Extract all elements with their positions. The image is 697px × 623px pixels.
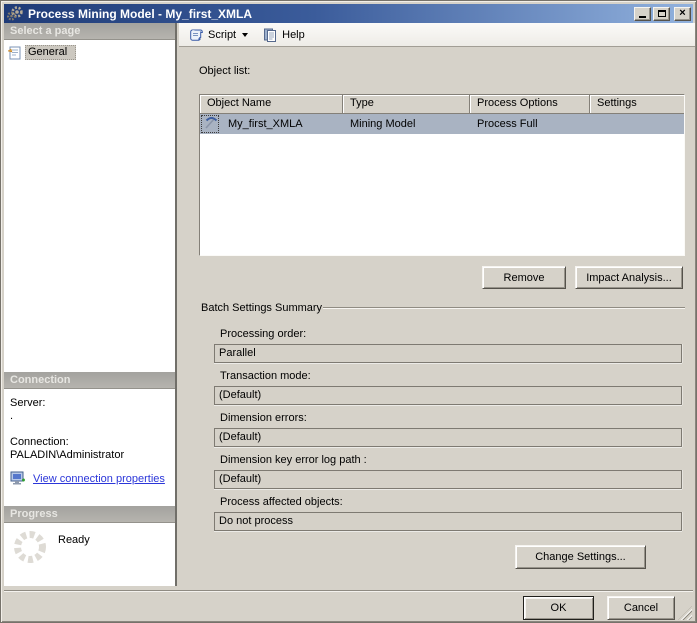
minimize-icon [639,10,646,18]
script-button[interactable]: Script [184,25,252,45]
cancel-button[interactable]: Cancel [607,596,675,620]
mining-model-pickaxe-icon [203,115,218,133]
batch-settings-groupbox: Batch Settings Summary Processing order:… [199,302,685,570]
dimension-errors-label: Dimension errors: [220,412,307,424]
object-list-table: Object Name Type Process Options Setting… [199,94,685,256]
script-label: Script [208,28,237,41]
groupbox-rule [323,307,685,309]
connection-panel: Server: . Connection: PALADIN\Administra… [4,389,175,506]
progress-status: Ready [58,534,90,546]
connection-value: PALADIN\Administrator [10,449,125,461]
maximize-icon [657,10,666,17]
batch-settings-title: Batch Settings Summary [201,302,323,314]
process-gears-icon [6,6,24,21]
process-mining-model-dialog: Process Mining Model - My_first_XMLA × S… [0,0,697,623]
object-list-label: Object list: [199,65,251,77]
connection-header: Connection [4,372,175,389]
sidebar-item-label: General [25,45,77,60]
ok-button[interactable]: OK [523,596,594,620]
page-list: General [4,40,175,372]
close-button[interactable]: × [674,6,691,21]
dimension-errors-value: (Default) [214,428,682,447]
toolbar: Script Help [179,23,695,47]
resize-grip[interactable] [678,606,692,620]
processing-order-label: Processing order: [220,328,307,340]
footer-bar: OK Cancel [4,590,693,621]
transaction-mode-value: (Default) [214,386,682,405]
cell-process-options: Process Full [477,118,538,130]
minimize-button[interactable] [634,6,651,21]
window-controls: × [634,6,691,21]
general-page-icon [7,46,22,60]
impact-analysis-button[interactable]: Impact Analysis... [575,266,683,289]
dimension-key-error-log-path-value: (Default) [214,470,682,489]
close-icon: × [679,7,686,19]
change-settings-button[interactable]: Change Settings... [515,545,646,569]
column-header-type[interactable]: Type [343,95,470,114]
dimension-key-error-log-path-label: Dimension key error log path : [220,454,367,466]
column-header-process-options[interactable]: Process Options [470,95,590,114]
column-header-settings[interactable]: Settings [590,95,684,114]
titlebar[interactable]: Process Mining Model - My_first_XMLA × [4,4,693,23]
transaction-mode-label: Transaction mode: [220,370,311,382]
progress-spinner-icon [12,529,48,565]
processing-order-value: Parallel [214,344,682,363]
progress-panel: Ready [4,523,175,586]
main-panel: Script Help Object list: Object Name Typ… [179,23,695,590]
connection-properties-icon [10,471,28,486]
script-dropdown-arrow-icon [242,32,249,37]
maximize-button[interactable] [653,6,670,21]
process-affected-objects-value: Do not process [214,512,682,531]
cell-object-name: My_first_XMLA [228,118,303,130]
remove-button[interactable]: Remove [482,266,566,289]
process-affected-objects-label: Process affected objects: [220,496,343,508]
progress-header: Progress [4,506,175,523]
server-label: Server: [10,397,46,409]
sidebar: Select a page General Connection Server: [4,23,177,586]
view-connection-properties-link[interactable]: View connection properties [33,473,165,485]
row-focus-box [201,115,219,133]
window-title: Process Mining Model - My_first_XMLA [28,6,253,21]
select-a-page-header: Select a page [4,23,175,40]
server-value: . [10,410,14,422]
help-button[interactable]: Help [258,25,309,45]
table-row[interactable]: My_first_XMLA Mining Model Process Full [200,114,684,134]
sidebar-item-general[interactable]: General [7,44,173,61]
cell-type: Mining Model [350,118,416,130]
column-header-object-name[interactable]: Object Name [200,95,343,114]
script-icon [188,27,204,43]
help-label: Help [282,28,305,41]
connection-label: Connection: [10,436,69,448]
help-icon [262,27,278,43]
table-header-row: Object Name Type Process Options Setting… [200,95,684,114]
